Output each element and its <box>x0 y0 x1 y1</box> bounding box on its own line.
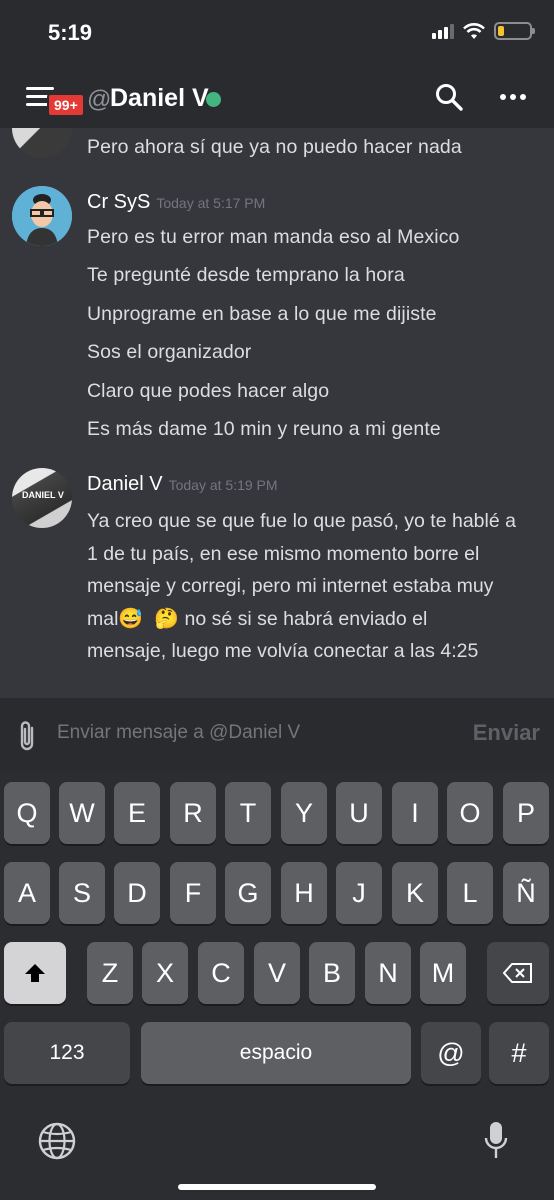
more-options-icon[interactable] <box>500 94 526 100</box>
key-u[interactable]: U <box>336 782 382 844</box>
avatar[interactable]: DANIEL V <box>12 468 72 528</box>
key-z[interactable]: Z <box>87 942 133 1004</box>
key-a[interactable]: A <box>4 862 50 924</box>
send-button[interactable]: Enviar <box>473 720 540 746</box>
message-timestamp: Today at 5:19 PM <box>168 477 278 493</box>
status-time: 5:19 <box>48 20 93 45</box>
key-o[interactable]: O <box>447 782 493 844</box>
message-line: Sos el organizador <box>87 341 252 363</box>
on-screen-keyboard: Q W E R T Y U I O P A S D F G H J K L Ñ … <box>0 772 554 1200</box>
hash-key[interactable]: # <box>489 1022 549 1084</box>
paperclip-icon[interactable] <box>14 720 40 752</box>
author-name[interactable]: Daniel V <box>87 473 163 495</box>
shift-key[interactable] <box>4 942 66 1004</box>
key-m[interactable]: M <box>420 942 466 1004</box>
key-n-tilde[interactable]: Ñ <box>503 862 549 924</box>
key-t[interactable]: T <box>225 782 271 844</box>
cartoon-avatar-icon <box>12 186 72 246</box>
globe-icon[interactable] <box>38 1122 76 1160</box>
unread-badge: 99+ <box>47 93 85 117</box>
message-body: Ya creo que se que fue lo que pasó, yo t… <box>87 505 537 668</box>
message-author[interactable]: Cr SyS Today at 5:17 PM <box>87 191 265 214</box>
online-status-icon <box>206 92 221 107</box>
at-symbol: @ <box>87 86 112 113</box>
space-key[interactable]: espacio <box>141 1022 411 1084</box>
key-x[interactable]: X <box>142 942 188 1004</box>
message-line: 1 de tu país, en ese mismo momento borre… <box>87 542 480 565</box>
wifi-icon <box>463 23 485 39</box>
key-j[interactable]: J <box>336 862 382 924</box>
message-line: Pero ahora sí que ya no puedo hacer nada <box>87 136 462 158</box>
thinking-emoji-icon: 🤔 <box>154 607 180 630</box>
microphone-icon[interactable] <box>484 1120 508 1162</box>
message-author[interactable]: Daniel V Today at 5:19 PM <box>87 473 278 496</box>
key-g[interactable]: G <box>225 862 271 924</box>
signal-icon <box>432 23 454 39</box>
key-n[interactable]: N <box>365 942 411 1004</box>
key-k[interactable]: K <box>392 862 438 924</box>
key-y[interactable]: Y <box>281 782 327 844</box>
at-key[interactable]: @ <box>421 1022 481 1084</box>
key-f[interactable]: F <box>170 862 216 924</box>
message-line: Unprograme en base a lo que me dijiste <box>87 303 437 325</box>
backspace-key[interactable] <box>487 942 549 1004</box>
battery-icon <box>494 22 535 40</box>
message-composer: Enviar <box>0 698 554 772</box>
message-line: mensaje, luego me volvía conectar a las … <box>87 640 479 662</box>
message-list[interactable]: Pero ahora sí que ya no puedo hacer nada… <box>0 128 554 698</box>
key-c[interactable]: C <box>198 942 244 1004</box>
message-line: Ya creo que se que fue lo que pasó, yo t… <box>87 510 516 532</box>
home-indicator[interactable] <box>178 1184 376 1190</box>
avatar[interactable] <box>12 186 72 246</box>
key-q[interactable]: Q <box>4 782 50 844</box>
key-p[interactable]: P <box>503 782 549 844</box>
message-line: Pero es tu error man manda eso al Mexico <box>87 226 460 248</box>
message-timestamp: Today at 5:17 PM <box>156 195 266 211</box>
key-e[interactable]: E <box>114 782 160 844</box>
backspace-icon <box>502 963 532 983</box>
channel-title[interactable]: Daniel V <box>110 84 209 113</box>
message-line: mensaje y corregi, pero mi internet esta… <box>87 575 494 597</box>
numbers-key[interactable]: 123 <box>4 1022 130 1084</box>
message-input[interactable] <box>57 722 397 744</box>
key-l[interactable]: L <box>447 862 493 924</box>
avatar-logo-text: DANIEL V <box>22 490 64 500</box>
message-line: mal😅 🤔 no sé si se habrá enviado el <box>87 603 537 636</box>
message-text: no sé si se habrá enviado el <box>179 607 428 630</box>
key-h[interactable]: H <box>281 862 327 924</box>
avatar[interactable] <box>12 128 72 158</box>
chat-header: 99+ @ Daniel V <box>0 66 554 128</box>
message-text: mal <box>87 607 119 630</box>
key-r[interactable]: R <box>170 782 216 844</box>
key-w[interactable]: W <box>59 782 105 844</box>
key-b[interactable]: B <box>309 942 355 1004</box>
search-icon[interactable] <box>434 82 464 112</box>
shift-arrow-icon <box>25 964 45 982</box>
message-line: Es más dame 10 min y reuno a mi gente <box>87 418 441 440</box>
status-icons <box>432 22 535 40</box>
key-v[interactable]: V <box>254 942 300 1004</box>
status-bar: 5:19 <box>0 0 554 66</box>
key-d[interactable]: D <box>114 862 160 924</box>
key-i[interactable]: I <box>392 782 438 844</box>
message-line: Te pregunté desde temprano la hora <box>87 264 405 286</box>
author-name[interactable]: Cr SyS <box>87 191 150 213</box>
sweat-smile-emoji-icon: 😅 <box>118 607 144 630</box>
message-line: Claro que podes hacer algo <box>87 380 330 402</box>
key-s[interactable]: S <box>59 862 105 924</box>
